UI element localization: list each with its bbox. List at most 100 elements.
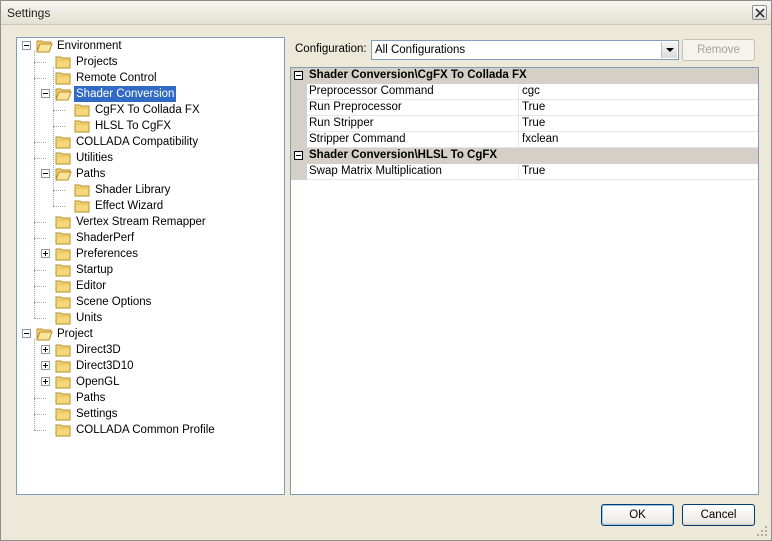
collapse-icon[interactable]: [294, 151, 303, 160]
tree-connector: [34, 238, 46, 239]
expand-icon[interactable]: [41, 361, 50, 370]
folder-icon: [55, 214, 72, 229]
tree-connector: [53, 190, 65, 191]
tree-item[interactable]: Direct3D10: [17, 358, 284, 374]
property-category[interactable]: Shader Conversion\CgFX To Collada FX: [291, 68, 758, 84]
property-row[interactable]: Run Stripper True: [291, 116, 758, 132]
folder-icon: [55, 358, 72, 373]
tree-item[interactable]: Shader Conversion: [17, 86, 284, 102]
tree-item[interactable]: Paths: [17, 390, 284, 406]
folder-icon: [74, 102, 91, 117]
property-value[interactable]: True: [520, 116, 545, 132]
tree-connector: [53, 206, 65, 207]
tree-item-label: Effect Wizard: [95, 200, 164, 212]
tree-connector: [34, 78, 46, 79]
folder-icon: [55, 422, 72, 437]
tree-item[interactable]: Scene Options: [17, 294, 284, 310]
property-value[interactable]: cgc: [520, 84, 540, 100]
tree-item[interactable]: Shader Library: [17, 182, 284, 198]
property-name: Preprocessor Command: [307, 84, 519, 100]
tree-item[interactable]: Preferences: [17, 246, 284, 262]
tree-item[interactable]: Vertex Stream Remapper: [17, 214, 284, 230]
tree-item[interactable]: Editor: [17, 278, 284, 294]
folder-icon: [74, 118, 91, 133]
tree-item[interactable]: Direct3D: [17, 342, 284, 358]
property-value[interactable]: True: [520, 164, 545, 180]
close-button[interactable]: [752, 5, 767, 20]
tree-connector: [34, 222, 46, 223]
collapse-icon[interactable]: [41, 89, 50, 98]
collapse-icon[interactable]: [41, 169, 50, 178]
property-row[interactable]: Run Preprocessor True: [291, 100, 758, 116]
configuration-select[interactable]: All Configurations: [371, 40, 679, 60]
folder-icon: [55, 390, 72, 405]
property-row[interactable]: Preprocessor Command cgc: [291, 84, 758, 100]
row-gutter: [291, 84, 307, 100]
row-gutter: [291, 132, 307, 148]
property-row[interactable]: Stripper Command fxclean: [291, 132, 758, 148]
tree-item[interactable]: Remote Control: [17, 70, 284, 86]
folder-icon: [55, 70, 72, 85]
tree-item-label: Startup: [76, 264, 114, 276]
property-value[interactable]: fxclean: [520, 132, 558, 148]
tree-item[interactable]: ShaderPerf: [17, 230, 284, 246]
tree-item[interactable]: Project: [17, 326, 284, 342]
resize-grip-icon[interactable]: [756, 525, 768, 537]
tree-connector: [34, 286, 46, 287]
folder-icon: [55, 134, 72, 149]
tree-item[interactable]: Settings: [17, 406, 284, 422]
remove-button[interactable]: Remove: [682, 39, 755, 61]
property-value[interactable]: True: [520, 100, 545, 116]
cancel-button[interactable]: Cancel: [682, 504, 755, 526]
collapse-icon[interactable]: [22, 329, 31, 338]
tree-item[interactable]: HLSL To CgFX: [17, 118, 284, 134]
tree-item[interactable]: Startup: [17, 262, 284, 278]
tree-item[interactable]: Environment: [17, 38, 284, 54]
tree-connector: [34, 302, 46, 303]
title-bar[interactable]: Settings: [1, 1, 771, 25]
tree-item-label: Direct3D10: [76, 360, 134, 372]
folder-icon: [55, 278, 72, 293]
tree-item[interactable]: CgFX To Collada FX: [17, 102, 284, 118]
tree-item[interactable]: COLLADA Compatibility: [17, 134, 284, 150]
configuration-label: Configuration:: [295, 43, 367, 55]
tree-item[interactable]: Paths: [17, 166, 284, 182]
property-category[interactable]: Shader Conversion\HLSL To CgFX: [291, 148, 758, 164]
tree-item[interactable]: OpenGL: [17, 374, 284, 390]
tree-item[interactable]: Units: [17, 310, 284, 326]
tree-item[interactable]: COLLADA Common Profile: [17, 422, 284, 438]
chevron-down-icon[interactable]: [661, 42, 677, 58]
tree-item-label: Editor: [76, 280, 107, 292]
tree-item-label: COLLADA Common Profile: [76, 424, 215, 436]
expand-icon[interactable]: [41, 249, 50, 258]
settings-tree[interactable]: Environment Projects Remote Control Shader …: [16, 37, 285, 495]
collapse-icon[interactable]: [22, 41, 31, 50]
folder-icon: [55, 54, 72, 69]
folder-icon: [55, 230, 72, 245]
tree-item-label: Paths: [76, 168, 106, 180]
tree-connector: [34, 318, 46, 319]
tree-item[interactable]: Projects: [17, 54, 284, 70]
expand-icon[interactable]: [41, 345, 50, 354]
tree-item[interactable]: Effect Wizard: [17, 198, 284, 214]
tree-item[interactable]: Utilities: [17, 150, 284, 166]
property-row[interactable]: Swap Matrix Multiplication True: [291, 164, 758, 180]
property-name: Run Preprocessor: [307, 100, 519, 116]
tree-connector: [53, 126, 65, 127]
collapse-icon[interactable]: [294, 71, 303, 80]
property-name: Stripper Command: [307, 132, 519, 148]
window-title: Settings: [7, 6, 51, 20]
ok-button[interactable]: OK: [601, 504, 674, 526]
tree-item-label: Preferences: [76, 248, 139, 260]
row-gutter: [291, 100, 307, 116]
expand-icon[interactable]: [41, 377, 50, 386]
property-grid[interactable]: Shader Conversion\CgFX To Collada FX Prep…: [290, 67, 759, 495]
property-name: Run Stripper: [307, 116, 519, 132]
row-gutter: [291, 164, 307, 180]
tree-item-label: Remote Control: [76, 72, 157, 84]
tree-connector: [34, 430, 46, 431]
folder-icon: [55, 262, 72, 277]
tree-item-label: ShaderPerf: [76, 232, 135, 244]
tree-connector: [34, 414, 46, 415]
row-gutter: [291, 116, 307, 132]
